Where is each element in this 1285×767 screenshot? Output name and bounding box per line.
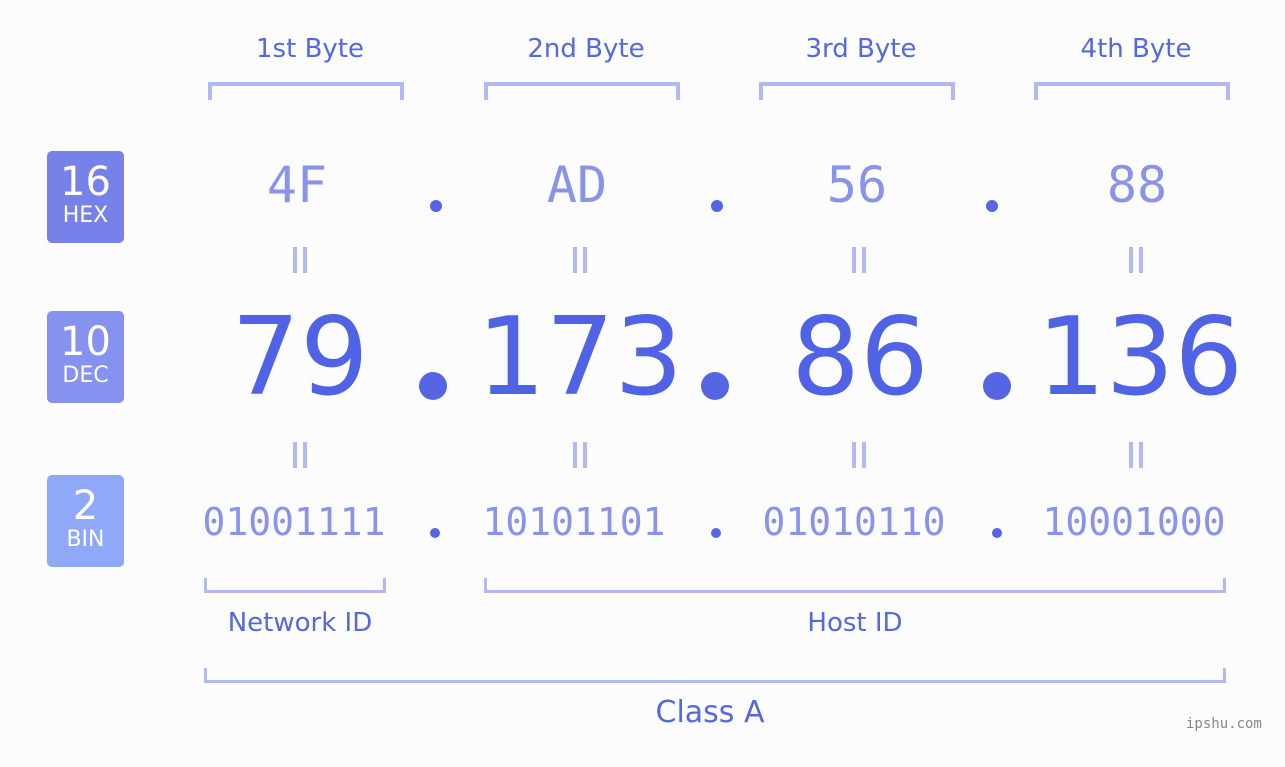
bin-value-4: 10001000 xyxy=(1042,500,1226,544)
equals-icon xyxy=(1129,442,1143,468)
hex-base-label: HEX xyxy=(62,203,109,228)
hex-badge: 16 HEX xyxy=(47,151,124,243)
host-id-label: Host ID xyxy=(807,608,903,638)
dec-dot-2 xyxy=(701,372,729,400)
equals-icon xyxy=(1129,247,1143,273)
byte-header-3: 3rd Byte xyxy=(805,34,917,64)
byte-header-4: 4th Byte xyxy=(1080,34,1192,64)
dec-base-label: DEC xyxy=(62,363,109,388)
hex-value-1: 4F xyxy=(266,156,328,214)
byte-bracket-3 xyxy=(759,82,955,100)
hex-value-3: 56 xyxy=(826,156,888,214)
hex-value-2: AD xyxy=(546,156,608,214)
network-id-label: Network ID xyxy=(227,608,373,638)
dec-base-number: 10 xyxy=(60,319,111,365)
dec-value-2: 173 xyxy=(476,295,684,420)
equals-icon xyxy=(573,442,587,468)
equals-icon xyxy=(852,247,866,273)
bin-dot-2 xyxy=(711,528,721,538)
bin-base-number: 2 xyxy=(72,483,99,529)
equals-icon xyxy=(852,442,866,468)
network-id-bracket xyxy=(204,578,386,593)
byte-bracket-2 xyxy=(484,82,680,100)
bin-dot-1 xyxy=(430,528,440,538)
hex-base-number: 16 xyxy=(60,159,111,205)
hex-dot-3 xyxy=(986,200,998,212)
bin-badge: 2 BIN xyxy=(47,475,124,567)
dec-badge: 10 DEC xyxy=(47,311,124,403)
byte-header-2: 2nd Byte xyxy=(527,34,645,64)
dec-value-4: 136 xyxy=(1036,295,1244,420)
hex-dot-1 xyxy=(430,200,442,212)
class-bracket xyxy=(204,668,1226,683)
byte-bracket-1 xyxy=(208,82,404,100)
bin-dot-3 xyxy=(992,528,1002,538)
equals-icon xyxy=(293,442,307,468)
class-label: Class A xyxy=(655,695,765,730)
bin-value-2: 10101101 xyxy=(482,500,666,544)
host-id-bracket xyxy=(484,578,1226,593)
byte-bracket-4 xyxy=(1034,82,1230,100)
watermark: ipshu.com xyxy=(1186,716,1262,732)
bin-base-label: BIN xyxy=(66,527,105,552)
dec-value-3: 86 xyxy=(791,295,929,420)
hex-dot-2 xyxy=(711,200,723,212)
byte-header-1: 1st Byte xyxy=(256,34,364,64)
hex-value-4: 88 xyxy=(1106,156,1168,214)
dec-value-1: 79 xyxy=(231,295,369,420)
bin-value-1: 01001111 xyxy=(202,500,386,544)
equals-icon xyxy=(573,247,587,273)
dec-dot-3 xyxy=(983,372,1011,400)
equals-icon xyxy=(293,247,307,273)
bin-value-3: 01010110 xyxy=(762,500,946,544)
dec-dot-1 xyxy=(419,372,447,400)
